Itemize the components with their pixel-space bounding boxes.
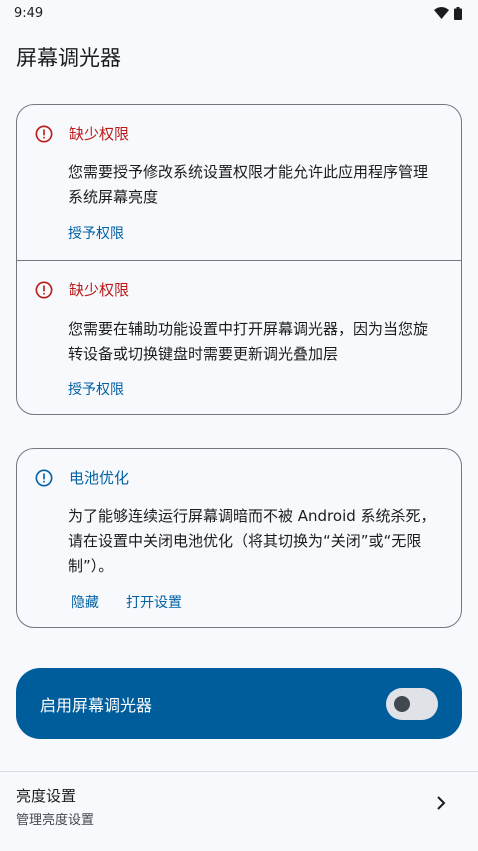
battery-optimization-card: 电池优化 为了能够连续运行屏幕调暗而不被 Android 系统杀死，请在设置中关… <box>16 448 462 628</box>
permissions-card: 缺少权限 您需要授予修改系统设置权限才能允许此应用程序管理系统屏幕亮度 授予权限… <box>16 104 462 415</box>
status-icons <box>434 6 462 20</box>
error-icon <box>35 125 53 142</box>
grant-permission-link[interactable]: 授予权限 <box>68 223 124 243</box>
chevron-right-icon <box>437 796 446 810</box>
open-settings-link[interactable]: 打开设置 <box>126 592 182 612</box>
permission-header: 缺少权限 <box>35 123 129 144</box>
info-icon <box>35 469 53 486</box>
permission-header: 缺少权限 <box>35 279 129 300</box>
battery-title: 电池优化 <box>69 469 130 487</box>
status-bar: 9:49 <box>0 0 478 26</box>
switch-thumb <box>394 695 410 712</box>
permission-section-write-settings: 缺少权限 您需要授予修改系统设置权限才能允许此应用程序管理系统屏幕亮度 授予权限 <box>17 105 461 260</box>
status-time: 9:49 <box>14 5 44 21</box>
battery-description: 为了能够连续运行屏幕调暗而不被 Android 系统杀死，请在设置中关闭电池优化… <box>68 507 436 575</box>
enable-dimmer-label: 启用屏幕调光器 <box>40 695 153 715</box>
error-icon <box>35 281 53 298</box>
permission-section-accessibility: 缺少权限 您需要在辅助功能设置中打开屏幕调光器，因为当您旋转设备或切换键盘时需要… <box>17 261 461 416</box>
enable-dimmer-switch[interactable] <box>386 687 438 720</box>
enable-dimmer-card[interactable]: 启用屏幕调光器 <box>16 668 462 739</box>
permission-title: 缺少权限 <box>69 281 130 299</box>
permission-title: 缺少权限 <box>69 125 130 143</box>
permission-description: 您需要在辅助功能设置中打开屏幕调光器，因为当您旋转设备或切换键盘时需要更新调光叠… <box>68 320 429 363</box>
wifi-icon <box>434 7 449 19</box>
hide-link[interactable]: 隐藏 <box>71 592 99 612</box>
battery-icon <box>454 6 462 20</box>
battery-header: 电池优化 <box>35 467 129 488</box>
page-title: 屏幕调光器 <box>16 46 121 70</box>
grant-permission-link[interactable]: 授予权限 <box>68 379 124 399</box>
brightness-settings-title: 亮度设置 <box>16 787 77 805</box>
brightness-settings-item[interactable]: 亮度设置 管理亮度设置 <box>0 772 478 836</box>
permission-description: 您需要授予修改系统设置权限才能允许此应用程序管理系统屏幕亮度 <box>68 163 429 206</box>
brightness-settings-subtitle: 管理亮度设置 <box>16 813 95 828</box>
